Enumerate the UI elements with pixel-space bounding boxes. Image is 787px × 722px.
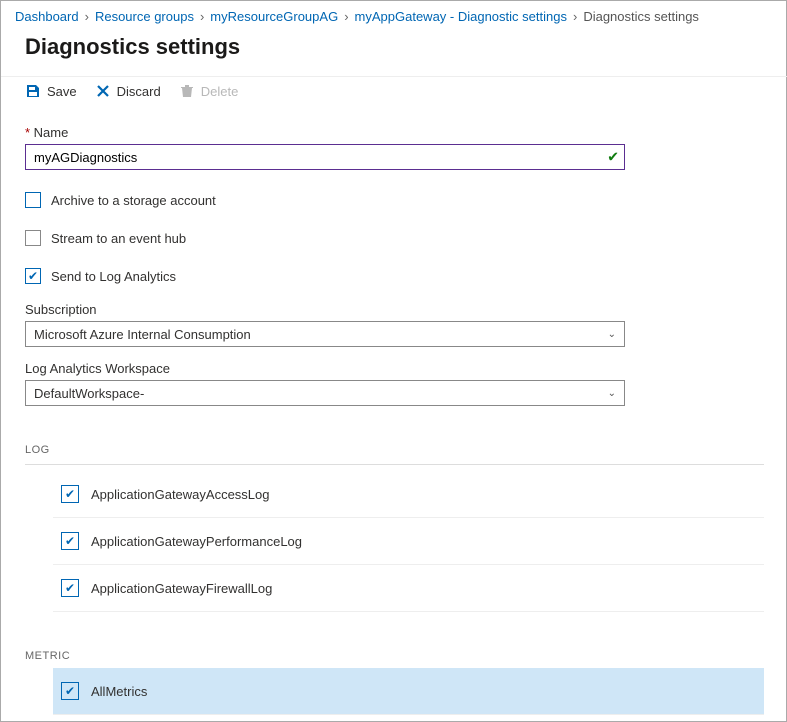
subscription-label: Subscription xyxy=(25,302,764,317)
breadcrumb-resource-groups[interactable]: Resource groups xyxy=(95,9,194,24)
workspace-value: DefaultWorkspace- xyxy=(34,386,144,401)
discard-button[interactable]: Discard xyxy=(95,83,161,99)
log-label: ApplicationGatewayAccessLog xyxy=(91,487,270,502)
toolbar: Save Discard Delete xyxy=(1,76,787,111)
metric-label: AllMetrics xyxy=(91,684,147,699)
chevron-right-icon: › xyxy=(85,9,89,24)
breadcrumb-dashboard[interactable]: Dashboard xyxy=(15,9,79,24)
delete-button: Delete xyxy=(179,83,239,99)
page-title: Diagnostics settings xyxy=(1,34,787,60)
workspace-select[interactable]: DefaultWorkspace- ⌄ xyxy=(25,380,625,406)
metric-section-header: METRIC xyxy=(25,650,764,662)
name-label: Name xyxy=(25,125,764,140)
save-label: Save xyxy=(47,84,77,99)
log-label: ApplicationGatewayPerformanceLog xyxy=(91,534,302,549)
log-checkbox-performance[interactable] xyxy=(61,532,79,550)
name-input[interactable] xyxy=(25,144,625,170)
chevron-right-icon: › xyxy=(200,9,204,24)
delete-label: Delete xyxy=(201,84,239,99)
close-icon xyxy=(95,83,111,99)
log-item: ApplicationGatewayFirewallLog xyxy=(53,565,764,612)
send-log-analytics-label: Send to Log Analytics xyxy=(51,269,176,284)
subscription-select[interactable]: Microsoft Azure Internal Consumption ⌄ xyxy=(25,321,625,347)
checkmark-icon: ✔ xyxy=(607,149,619,166)
chevron-right-icon: › xyxy=(573,9,577,24)
archive-label: Archive to a storage account xyxy=(51,193,216,208)
save-button[interactable]: Save xyxy=(25,83,77,99)
stream-checkbox[interactable] xyxy=(25,230,41,246)
breadcrumb-resource-group[interactable]: myResourceGroupAG xyxy=(210,9,338,24)
log-checkbox-access[interactable] xyxy=(61,485,79,503)
breadcrumb-app-gateway[interactable]: myAppGateway - Diagnostic settings xyxy=(355,9,567,24)
archive-checkbox[interactable] xyxy=(25,192,41,208)
breadcrumb-current: Diagnostics settings xyxy=(583,9,699,24)
stream-label: Stream to an event hub xyxy=(51,231,186,246)
chevron-down-icon: ⌄ xyxy=(608,329,616,340)
chevron-right-icon: › xyxy=(344,9,348,24)
log-item: ApplicationGatewayAccessLog xyxy=(53,471,764,518)
delete-icon xyxy=(179,83,195,99)
log-section-header: LOG xyxy=(25,444,764,465)
metric-item: AllMetrics xyxy=(53,668,764,715)
breadcrumb: Dashboard › Resource groups › myResource… xyxy=(1,1,787,28)
save-icon xyxy=(25,83,41,99)
log-item: ApplicationGatewayPerformanceLog xyxy=(53,518,764,565)
discard-label: Discard xyxy=(117,84,161,99)
metric-checkbox-allmetrics[interactable] xyxy=(61,682,79,700)
workspace-label: Log Analytics Workspace xyxy=(25,361,764,376)
log-label: ApplicationGatewayFirewallLog xyxy=(91,581,272,596)
send-log-analytics-checkbox[interactable] xyxy=(25,268,41,284)
chevron-down-icon: ⌄ xyxy=(608,388,616,399)
subscription-value: Microsoft Azure Internal Consumption xyxy=(34,327,251,342)
log-checkbox-firewall[interactable] xyxy=(61,579,79,597)
